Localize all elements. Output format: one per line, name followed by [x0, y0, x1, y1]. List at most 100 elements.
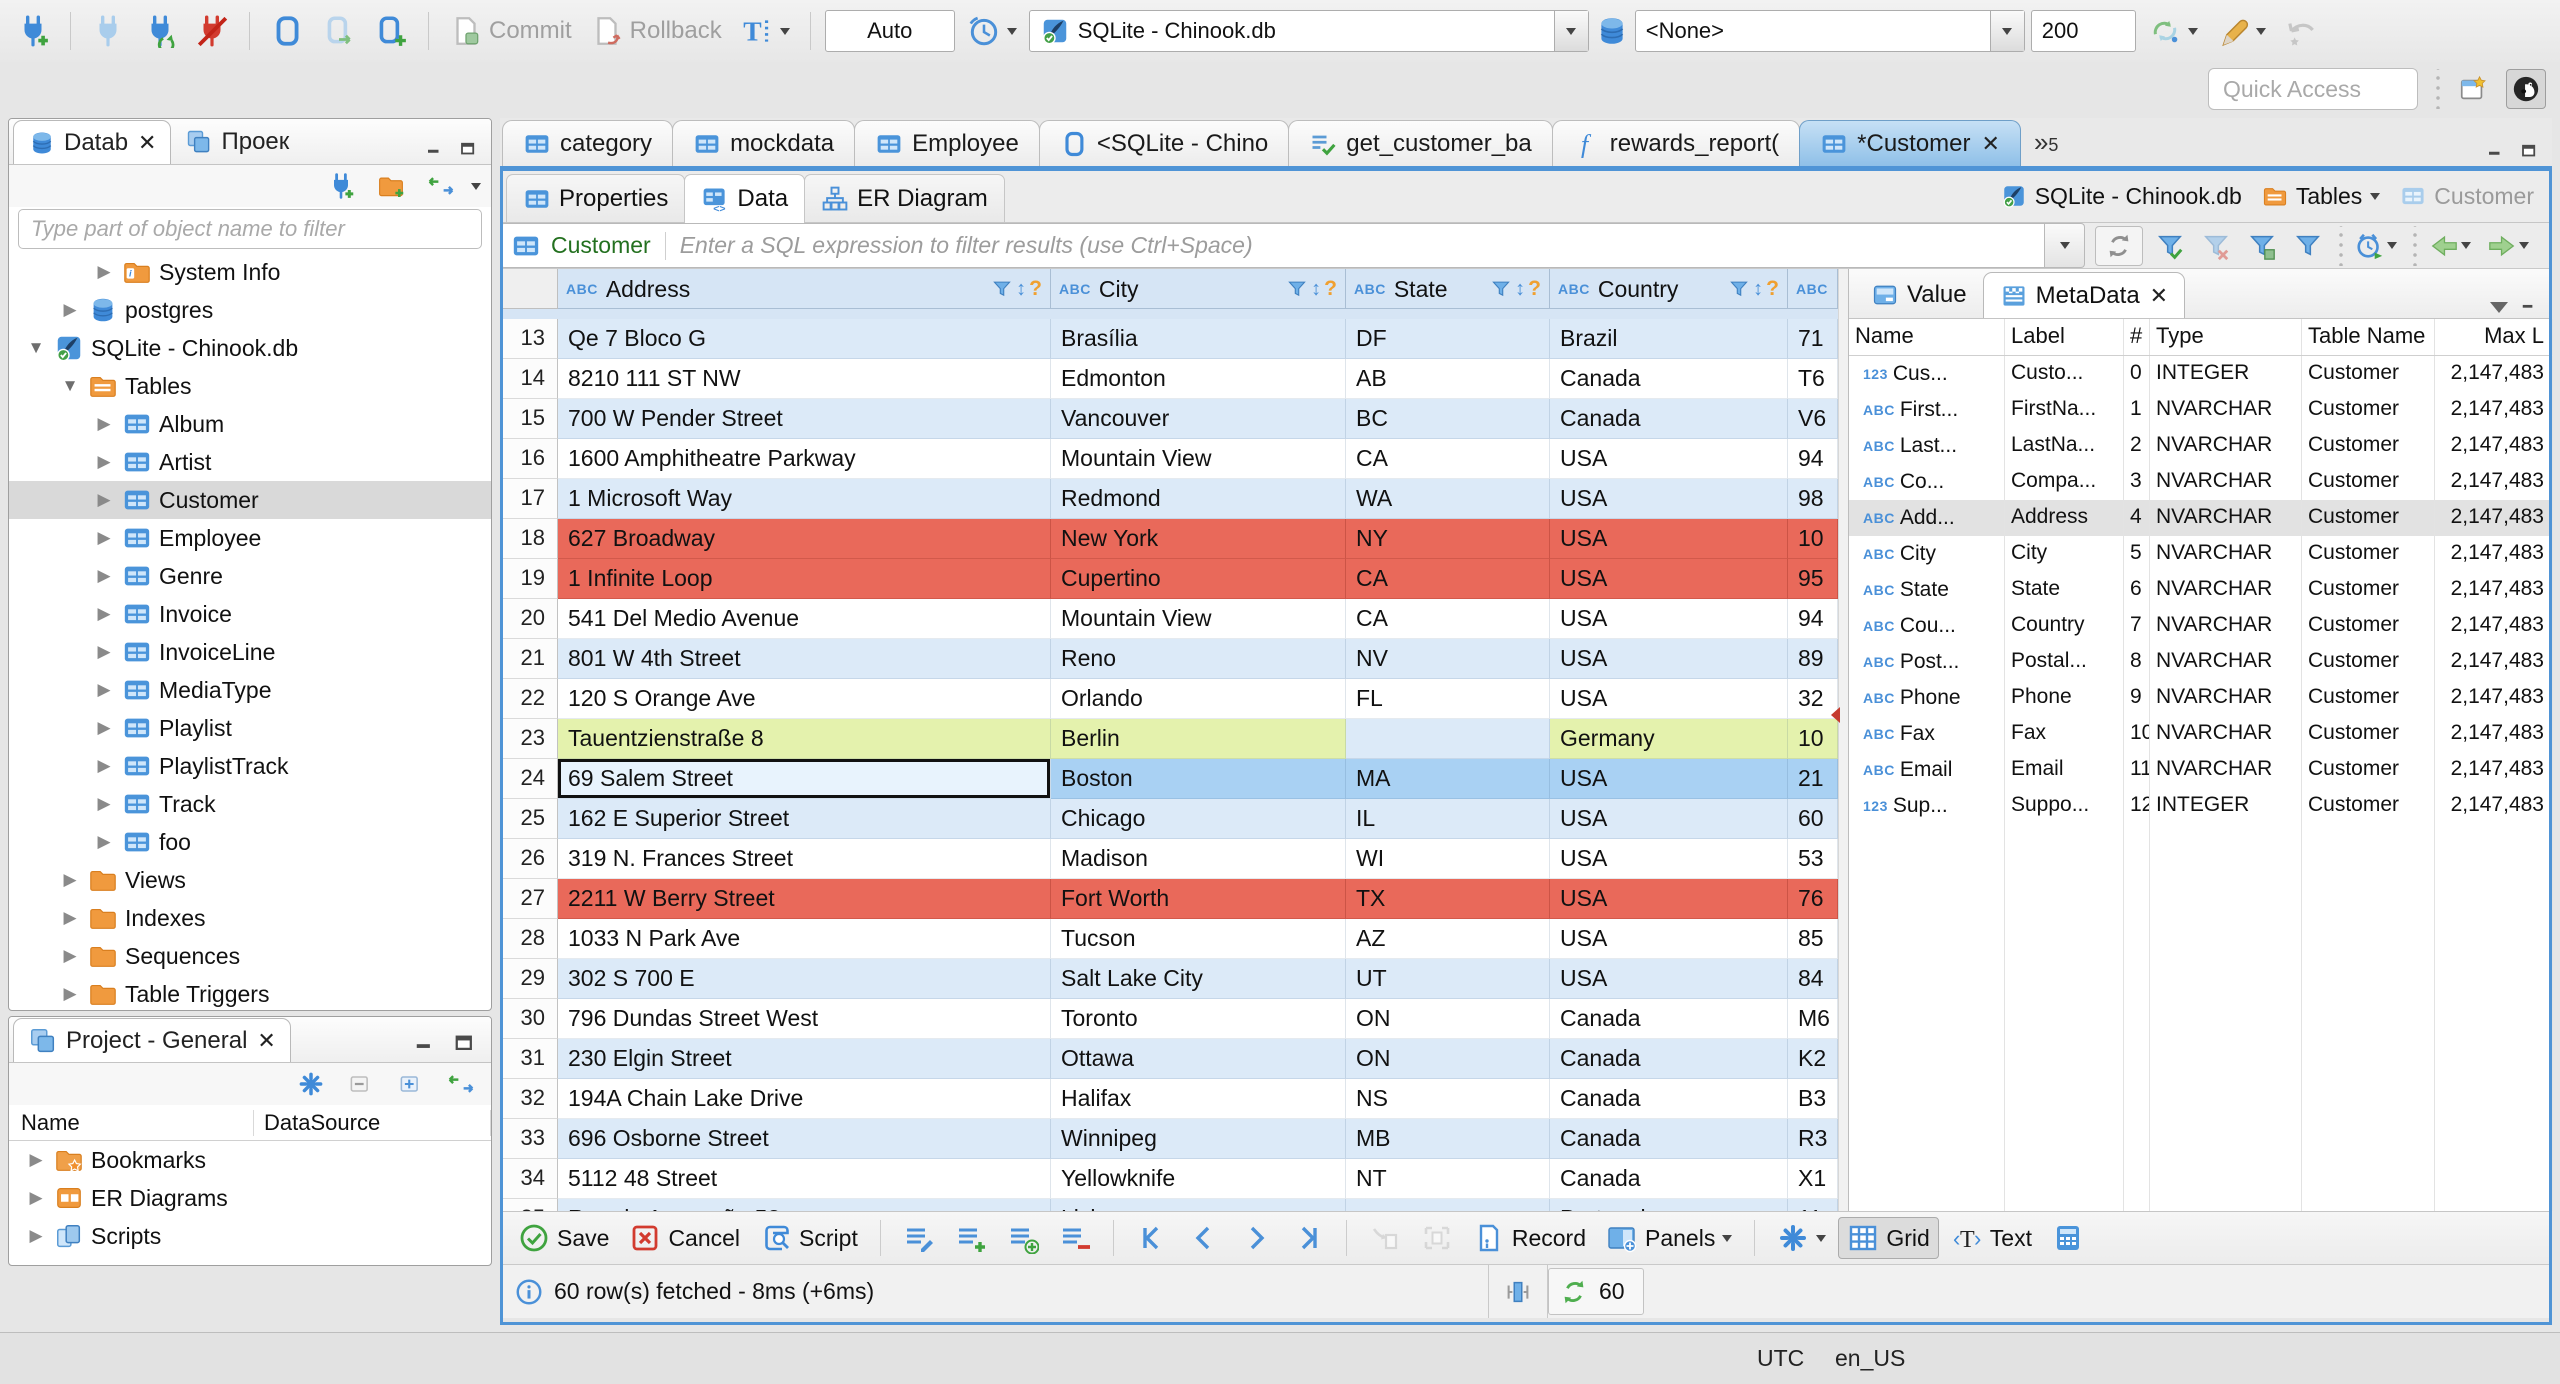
project-settings-button[interactable] — [291, 1066, 331, 1102]
schema-dropdown-button[interactable] — [1989, 11, 2024, 51]
add-row-button[interactable] — [947, 1218, 995, 1258]
grid-cell[interactable]: Portugal — [1550, 1199, 1788, 1211]
expand-all-button[interactable] — [391, 1066, 431, 1102]
metadata-row[interactable]: ABC Post... Postal... 8 NVARCHAR Customer 2,14… — [1849, 644, 2553, 680]
maximize-icon[interactable] — [453, 1032, 483, 1062]
panels-button[interactable]: Panels — [1598, 1218, 1740, 1258]
metadata-row[interactable]: ABC Co... Compa... 3 NVARCHAR Customer 2,147,4… — [1849, 464, 2553, 500]
grid-cell[interactable]: ON — [1346, 1039, 1550, 1079]
grid-cell[interactable]: 2211 W Berry Street — [558, 879, 1051, 919]
grid-cell[interactable]: 162 E Superior Street — [558, 799, 1051, 839]
auto-refresh-button[interactable] — [2142, 10, 2204, 52]
chevron-down-icon[interactable]: ▼ — [59, 376, 81, 396]
grid-cell[interactable]: AZ — [1346, 919, 1550, 959]
connection-selector-combo[interactable]: SQLite - Chinook.db — [1028, 10, 1589, 52]
transaction-history-button[interactable] — [961, 10, 1023, 52]
grid-cell[interactable]: WI — [1346, 839, 1550, 879]
grid-cell[interactable]: 95 — [1788, 559, 1838, 599]
sql-generator-button[interactable] — [2210, 10, 2272, 52]
maximize-icon[interactable] — [459, 140, 483, 164]
grid-cell[interactable]: B3 — [1788, 1079, 1838, 1119]
breadcrumb-item-tables[interactable]: Tables — [2262, 183, 2381, 210]
duplicate-row-button[interactable] — [999, 1218, 1047, 1258]
grid-cell[interactable]: X1 — [1788, 1159, 1838, 1199]
close-icon[interactable]: ✕ — [138, 130, 156, 156]
row-number-cell[interactable]: 20 — [500, 599, 558, 639]
chevron-right-icon[interactable]: ▶ — [59, 870, 81, 890]
editor-tab-rewards-report-[interactable]: f rewards_report( — [1551, 120, 1801, 166]
chevron-right-icon[interactable]: ▶ — [59, 300, 81, 320]
tree-item-employee[interactable]: ▶ Employee — [9, 519, 491, 557]
close-icon[interactable]: ✕ — [257, 1028, 275, 1054]
grid-cell[interactable]: USA — [1550, 519, 1788, 559]
commit-button[interactable]: Commit — [443, 10, 578, 52]
grid-cell[interactable]: Canada — [1550, 359, 1788, 399]
quick-filter-icon[interactable]: ? — [1528, 270, 1541, 308]
metadata-row[interactable]: ABC State State 6 NVARCHAR Customer 2,147,483 — [1849, 572, 2553, 608]
chevron-right-icon[interactable]: ▶ — [93, 642, 115, 662]
chevron-right-icon[interactable]: ▶ — [93, 718, 115, 738]
grid-cell[interactable]: WA — [1346, 479, 1550, 519]
grid-cell[interactable]: 541 Del Medio Avenue — [558, 599, 1051, 639]
minimize-icon[interactable] — [413, 1032, 443, 1062]
new-sql-editor-button[interactable] — [264, 10, 310, 52]
tree-item-playlisttrack[interactable]: ▶ PlaylistTrack — [9, 747, 491, 785]
grid-cell[interactable]: MA — [1346, 759, 1550, 799]
filter-history-dropdown[interactable] — [2045, 223, 2085, 268]
grid-cell[interactable] — [1346, 719, 1550, 759]
grid-cell[interactable]: K2 — [1788, 1039, 1838, 1079]
grid-cell[interactable]: USA — [1550, 639, 1788, 679]
metadata-row[interactable]: ABC City City 5 NVARCHAR Customer 2,147,483 — [1849, 536, 2553, 572]
column-header-country[interactable]: ABC Country ↕? — [1550, 269, 1788, 309]
breadcrumb-item-customer[interactable]: Customer — [2400, 183, 2534, 210]
grid-cell[interactable]: 89 — [1788, 639, 1838, 679]
metadata-row[interactable]: ABCFaxFax10NVARCHARCustomer2,147,483 — [1849, 716, 2553, 752]
sidebar-tab-проек[interactable]: Проек — [171, 120, 303, 164]
grid-cell[interactable]: NV — [1346, 639, 1550, 679]
close-icon[interactable]: ✕ — [1982, 131, 2000, 157]
row-number-cell[interactable]: 26 — [500, 839, 558, 879]
row-number-cell[interactable]: 22 — [500, 679, 558, 719]
grid-corner-cell[interactable] — [500, 269, 558, 309]
column-header-state[interactable]: ABC State ↕? — [1346, 269, 1550, 309]
metadata-row[interactable]: ABC Phone Phone 9 NVARCHAR Customer 2,147,483 — [1849, 680, 2553, 716]
quick-filter-icon[interactable]: ? — [1324, 270, 1337, 308]
open-recent-editor-button[interactable] — [316, 10, 362, 52]
chevron-right-icon[interactable]: ▶ — [93, 756, 115, 776]
row-number-cell[interactable]: 30 — [500, 999, 558, 1039]
custom-filter-button[interactable] — [2289, 229, 2327, 263]
grid-cell[interactable]: Qe 7 Bloco G — [558, 319, 1051, 359]
subtab-data[interactable]: <> Data — [684, 174, 806, 223]
grid-cell[interactable]: 10 — [1788, 719, 1838, 759]
grid-cell[interactable]: AB — [1346, 359, 1550, 399]
metadata-column-header-table-name[interactable]: Table Name — [2302, 319, 2435, 355]
project-column-headers[interactable]: Name DataSource — [9, 1105, 491, 1141]
metadata-column-header--[interactable]: # — [2124, 319, 2150, 355]
grid-cell[interactable]: Brasília — [1051, 319, 1346, 359]
grid-cell[interactable]: 85 — [1788, 919, 1838, 959]
tree-item-invoiceline[interactable]: ▶ InvoiceLine — [9, 633, 491, 671]
grid-cell[interactable]: 796 Dundas Street West — [558, 999, 1051, 1039]
grid-cell[interactable]: UT — [1346, 959, 1550, 999]
grid-cell[interactable]: Mountain View — [1051, 439, 1346, 479]
script-button[interactable]: Script — [752, 1218, 866, 1258]
schema-selector-combo[interactable]: <None> — [1634, 10, 2025, 52]
grid-cell[interactable]: Redmond — [1051, 479, 1346, 519]
editor-tab--sqlite-chino[interactable]: <SQLite - Chino — [1038, 120, 1290, 166]
tree-item-album[interactable]: ▶ Album — [9, 405, 491, 443]
grid-cell[interactable]: Germany — [1550, 719, 1788, 759]
grid-cell[interactable]: 194A Chain Lake Drive — [558, 1079, 1051, 1119]
editor-tab-category[interactable]: category — [502, 120, 674, 166]
transaction-log-button[interactable]: T — [734, 10, 796, 52]
grid-cell[interactable]: DF — [1346, 319, 1550, 359]
row-number-cell[interactable]: 33 — [500, 1119, 558, 1159]
connection-dropdown-button[interactable] — [1553, 11, 1588, 51]
subtab-er-diagram[interactable]: ER Diagram — [804, 174, 1005, 222]
tree-item-sequences[interactable]: ▶ Sequences — [9, 937, 491, 975]
sort-icon[interactable]: ↕ — [1016, 270, 1026, 308]
metadata-column-header-label[interactable]: Label — [2005, 319, 2124, 355]
grid-cell[interactable]: NS — [1346, 1079, 1550, 1119]
tree-item-table-triggers[interactable]: ▶ Table Triggers — [9, 975, 491, 1010]
subtab-properties[interactable]: Properties — [506, 174, 686, 222]
grid-cell[interactable]: New York — [1051, 519, 1346, 559]
